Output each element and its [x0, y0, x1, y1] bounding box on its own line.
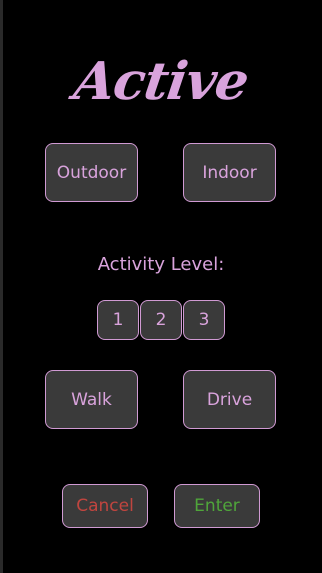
drive-button[interactable]: Drive [183, 370, 276, 429]
app-screen: Active Outdoor Indoor Activity Level: 1 … [0, 0, 322, 573]
activity-level-1-button[interactable]: 1 [97, 300, 139, 340]
outdoor-button[interactable]: Outdoor [45, 143, 138, 202]
activity-level-3-button[interactable]: 3 [183, 300, 225, 340]
indoor-button[interactable]: Indoor [183, 143, 276, 202]
cancel-button[interactable]: Cancel [62, 484, 148, 528]
activity-level-2-button[interactable]: 2 [140, 300, 182, 340]
walk-button[interactable]: Walk [45, 370, 138, 429]
activity-level-label: Activity Level: [97, 254, 225, 275]
enter-button[interactable]: Enter [174, 484, 260, 528]
app-title: Active [70, 51, 252, 112]
